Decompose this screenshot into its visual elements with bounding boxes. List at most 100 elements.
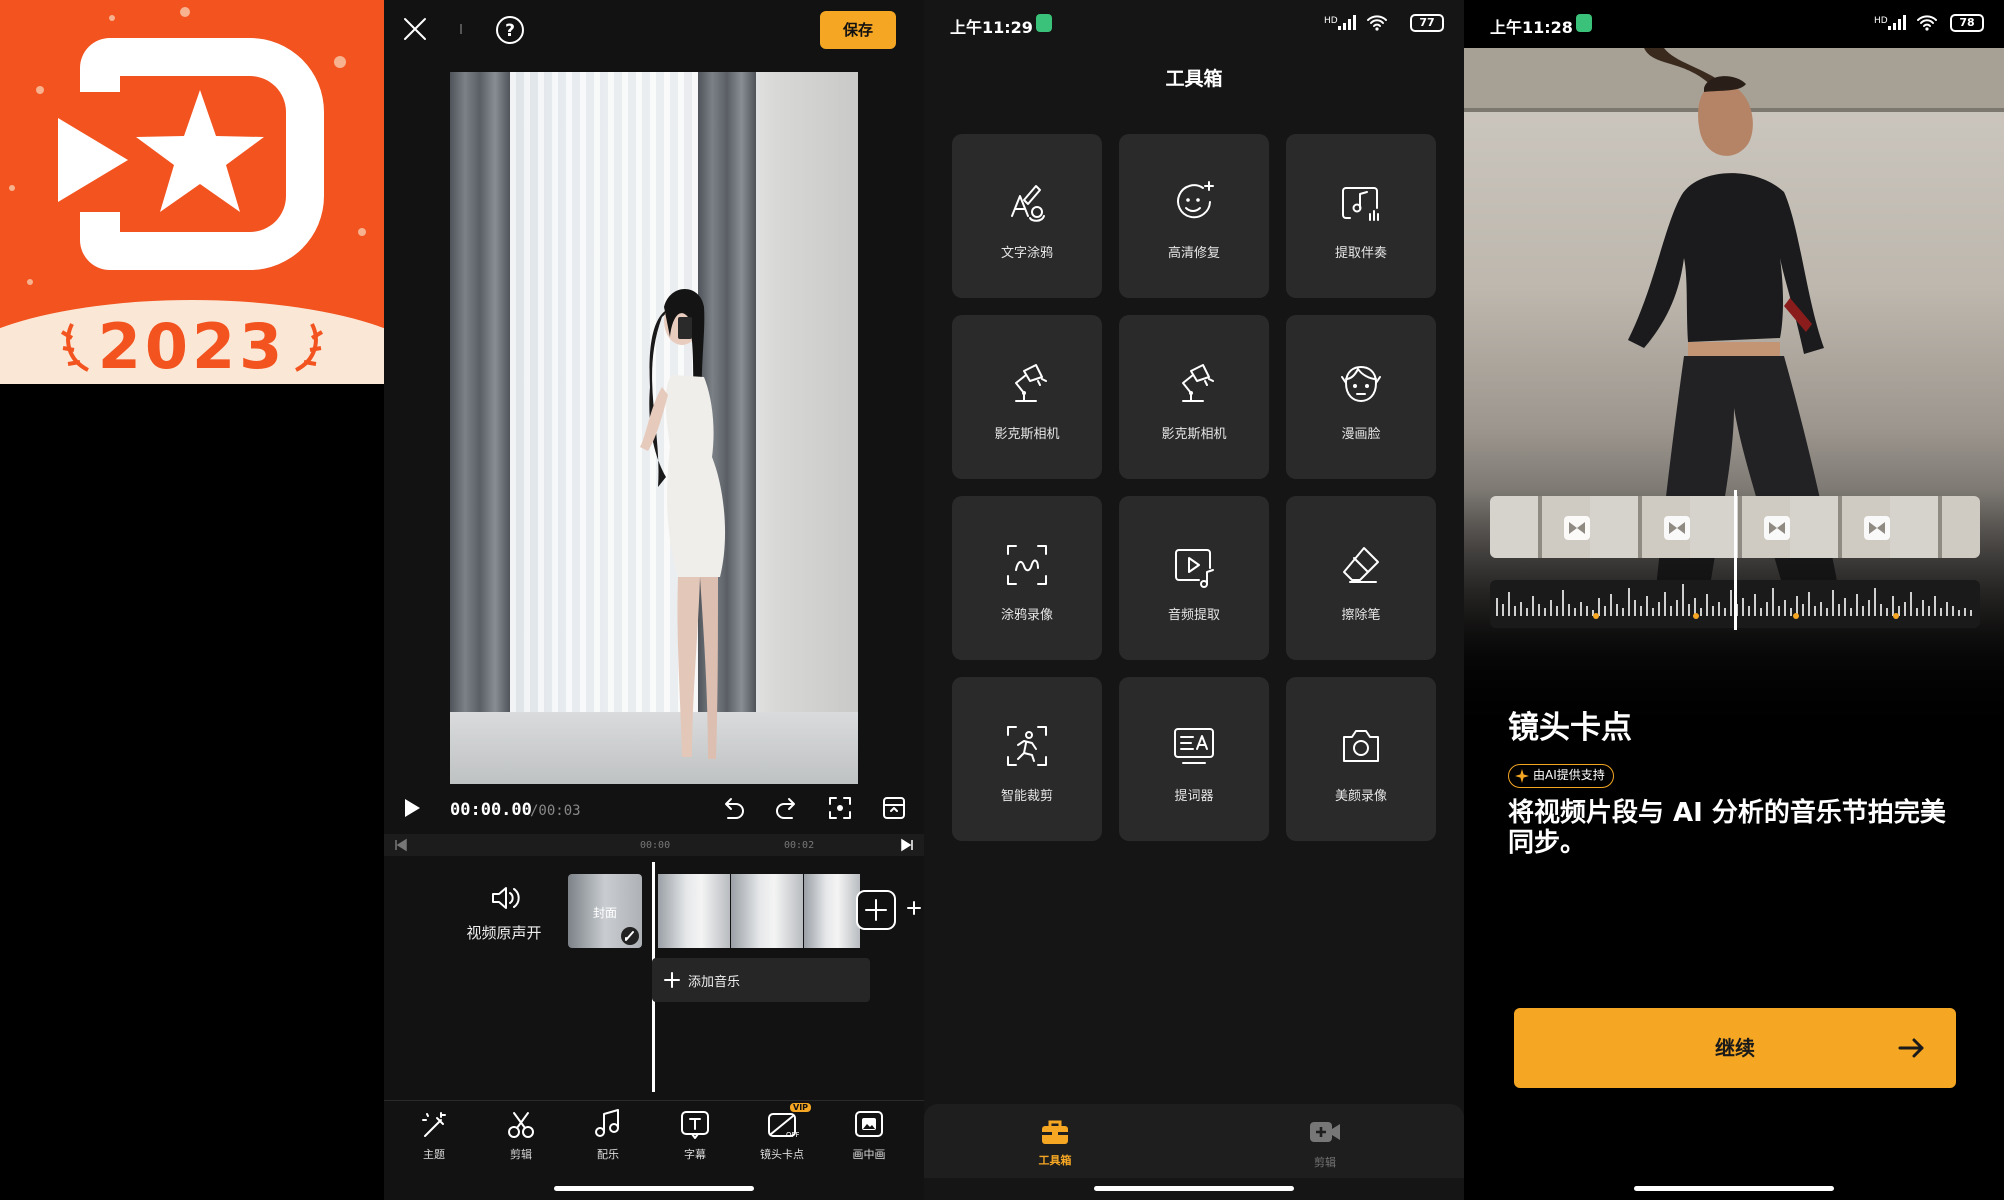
tile-eraser[interactable]: 擦除笔 xyxy=(1286,496,1436,660)
nav-edit[interactable]: 剪辑 xyxy=(1294,1118,1354,1170)
tool-pip-label[interactable]: 画中画 xyxy=(829,1146,909,1162)
arrow-right-icon xyxy=(1898,1038,1924,1058)
video-add-icon xyxy=(1310,1122,1340,1142)
tile-lamp-camera[interactable]: 影克斯相机 xyxy=(952,315,1102,479)
feature-heading: 镜头卡点 xyxy=(1508,710,1632,746)
tile-lamp-camera[interactable]: 影克斯相机 xyxy=(1119,315,1269,479)
picture-in-picture-icon[interactable] xyxy=(854,1110,884,1140)
magic-wand-icon[interactable] xyxy=(419,1110,449,1140)
svg-text:?: ? xyxy=(505,21,515,41)
vip-badge: VIP xyxy=(790,1103,812,1112)
home-indicator[interactable] xyxy=(554,1186,754,1191)
tile-label: 智能裁剪 xyxy=(1000,789,1053,804)
volume-icon[interactable] xyxy=(490,884,522,912)
tile-label: 音频提取 xyxy=(1167,608,1220,623)
divider xyxy=(460,24,462,34)
tile-label: 提词器 xyxy=(1174,789,1214,804)
beat-sync-onboarding-screen: 上午11:28 HD 78 镜头卡点 由AI提供支持 将视频片段与 AI 分析的… xyxy=(1464,0,2004,1200)
tile-smart-crop[interactable]: 智能裁剪 xyxy=(952,677,1102,841)
scissors-icon[interactable] xyxy=(506,1110,536,1140)
tool-beat-sync-label[interactable]: 镜头卡点 xyxy=(742,1146,822,1162)
desk-lamp-icon xyxy=(1182,364,1214,402)
laurel-right-icon xyxy=(295,323,324,372)
nav-toolbox-label: 工具箱 xyxy=(1038,1154,1072,1167)
time-current: 00:00.00 xyxy=(450,800,532,820)
save-button[interactable]: 保存 xyxy=(820,11,896,49)
video-clip-frame[interactable] xyxy=(731,874,803,948)
divider xyxy=(384,1100,924,1101)
tile-cartoon-face[interactable]: 漫画脸 xyxy=(1286,315,1436,479)
cover-thumbnail[interactable]: 封面 xyxy=(568,874,642,948)
hero-image xyxy=(1464,48,2004,738)
tile-label: 影克斯相机 xyxy=(994,427,1060,442)
status-time: 上午11:29 xyxy=(950,18,1033,37)
tile-label: 美颜录像 xyxy=(1334,789,1387,804)
signal-icon xyxy=(1338,15,1356,30)
tile-text-doodle[interactable]: 文字涂鸦 xyxy=(952,134,1102,298)
video-editor-screen: ? 保存 00:00.00 /00:03 00:00 00:02 视频原声开 封… xyxy=(384,0,924,1200)
tile-label: 擦除笔 xyxy=(1341,608,1381,623)
redo-icon[interactable] xyxy=(774,796,800,820)
battery-indicator: 77 xyxy=(1410,14,1444,32)
music-note-icon[interactable] xyxy=(593,1108,623,1140)
jump-end-icon[interactable] xyxy=(900,838,914,852)
tile-label: 漫画脸 xyxy=(1341,427,1381,442)
time-total: /00:03 xyxy=(530,803,581,819)
jump-start-icon[interactable] xyxy=(394,838,408,852)
svg-text:OFF: OFF xyxy=(786,1131,799,1139)
tile-doodle-record[interactable]: 涂鸦录像 xyxy=(952,496,1102,660)
home-indicator[interactable] xyxy=(1634,1186,1834,1191)
audio-extract-icon xyxy=(1175,549,1214,588)
toolbox-screen: 上午11:29 HD 77 工具箱 文字涂鸦 高清修复 提取伴奏 影克斯相机 影… xyxy=(924,0,1464,1200)
wifi-icon xyxy=(1917,15,1937,31)
app-logo-panel: 2023 xyxy=(0,0,384,384)
ai-badge: 由AI提供支持 xyxy=(1508,764,1614,788)
help-icon[interactable]: ? xyxy=(494,14,526,46)
cartoon-face-icon xyxy=(1341,366,1381,402)
beat-sync-off-icon[interactable]: OFF xyxy=(767,1110,799,1140)
add-music-track[interactable]: 添加音乐 xyxy=(652,958,870,1002)
ruler-mark: 00:00 xyxy=(640,840,671,851)
tool-music-label[interactable]: 配乐 xyxy=(568,1146,648,1162)
tile-teleprompter[interactable]: 提词器 xyxy=(1119,677,1269,841)
continue-button[interactable]: 继续 xyxy=(1514,1008,1956,1088)
fullscreen-icon[interactable] xyxy=(828,796,852,820)
desk-lamp-icon xyxy=(1015,364,1047,402)
home-indicator[interactable] xyxy=(1094,1186,1294,1191)
video-clip-frame[interactable] xyxy=(658,874,730,948)
wifi-icon xyxy=(1367,15,1387,31)
edit-pen-icon[interactable] xyxy=(620,926,640,946)
person-figure xyxy=(640,289,726,759)
close-icon[interactable] xyxy=(402,16,428,42)
eraser-icon xyxy=(1343,547,1379,583)
video-clip-frame[interactable] xyxy=(804,874,860,948)
logo-year-text: 2023 xyxy=(97,310,287,383)
feature-description: 将视频片段与 AI 分析的音乐节拍完美同步。 xyxy=(1508,798,1946,858)
tile-audio-extract[interactable]: 音频提取 xyxy=(1119,496,1269,660)
nav-toolbox[interactable]: 工具箱 xyxy=(1024,1118,1084,1170)
tile-beauty-record[interactable]: 美颜录像 xyxy=(1286,677,1436,841)
curtain-left xyxy=(450,72,510,784)
text-box-icon[interactable] xyxy=(680,1110,710,1140)
video-preview[interactable] xyxy=(450,72,858,784)
original-sound-label[interactable]: 视频原声开 xyxy=(444,922,564,943)
tile-label: 高清修复 xyxy=(1167,246,1220,261)
play-icon[interactable] xyxy=(402,797,422,819)
tool-edit-label[interactable]: 剪辑 xyxy=(481,1146,561,1162)
toolbox-icon xyxy=(1042,1120,1068,1144)
doodle-record-icon xyxy=(1007,545,1047,585)
tool-subtitle-label[interactable]: 字幕 xyxy=(655,1146,735,1162)
battery-indicator: 78 xyxy=(1950,14,1984,32)
tile-hd-restore[interactable]: 高清修复 xyxy=(1119,134,1269,298)
tile-label: 提取伴奏 xyxy=(1334,246,1387,261)
add-clip-icon[interactable] xyxy=(856,890,896,930)
plus-icon xyxy=(664,972,680,988)
tile-extract-accompaniment[interactable]: 提取伴奏 xyxy=(1286,134,1436,298)
face-enhance-icon xyxy=(1177,181,1214,219)
nav-edit-label: 剪辑 xyxy=(1314,1156,1336,1169)
page-title: 工具箱 xyxy=(1165,68,1223,90)
tool-theme-label[interactable]: 主题 xyxy=(394,1146,474,1162)
aspect-ratio-icon[interactable] xyxy=(882,796,906,820)
undo-icon[interactable] xyxy=(720,796,746,820)
add-icon[interactable] xyxy=(906,900,922,916)
